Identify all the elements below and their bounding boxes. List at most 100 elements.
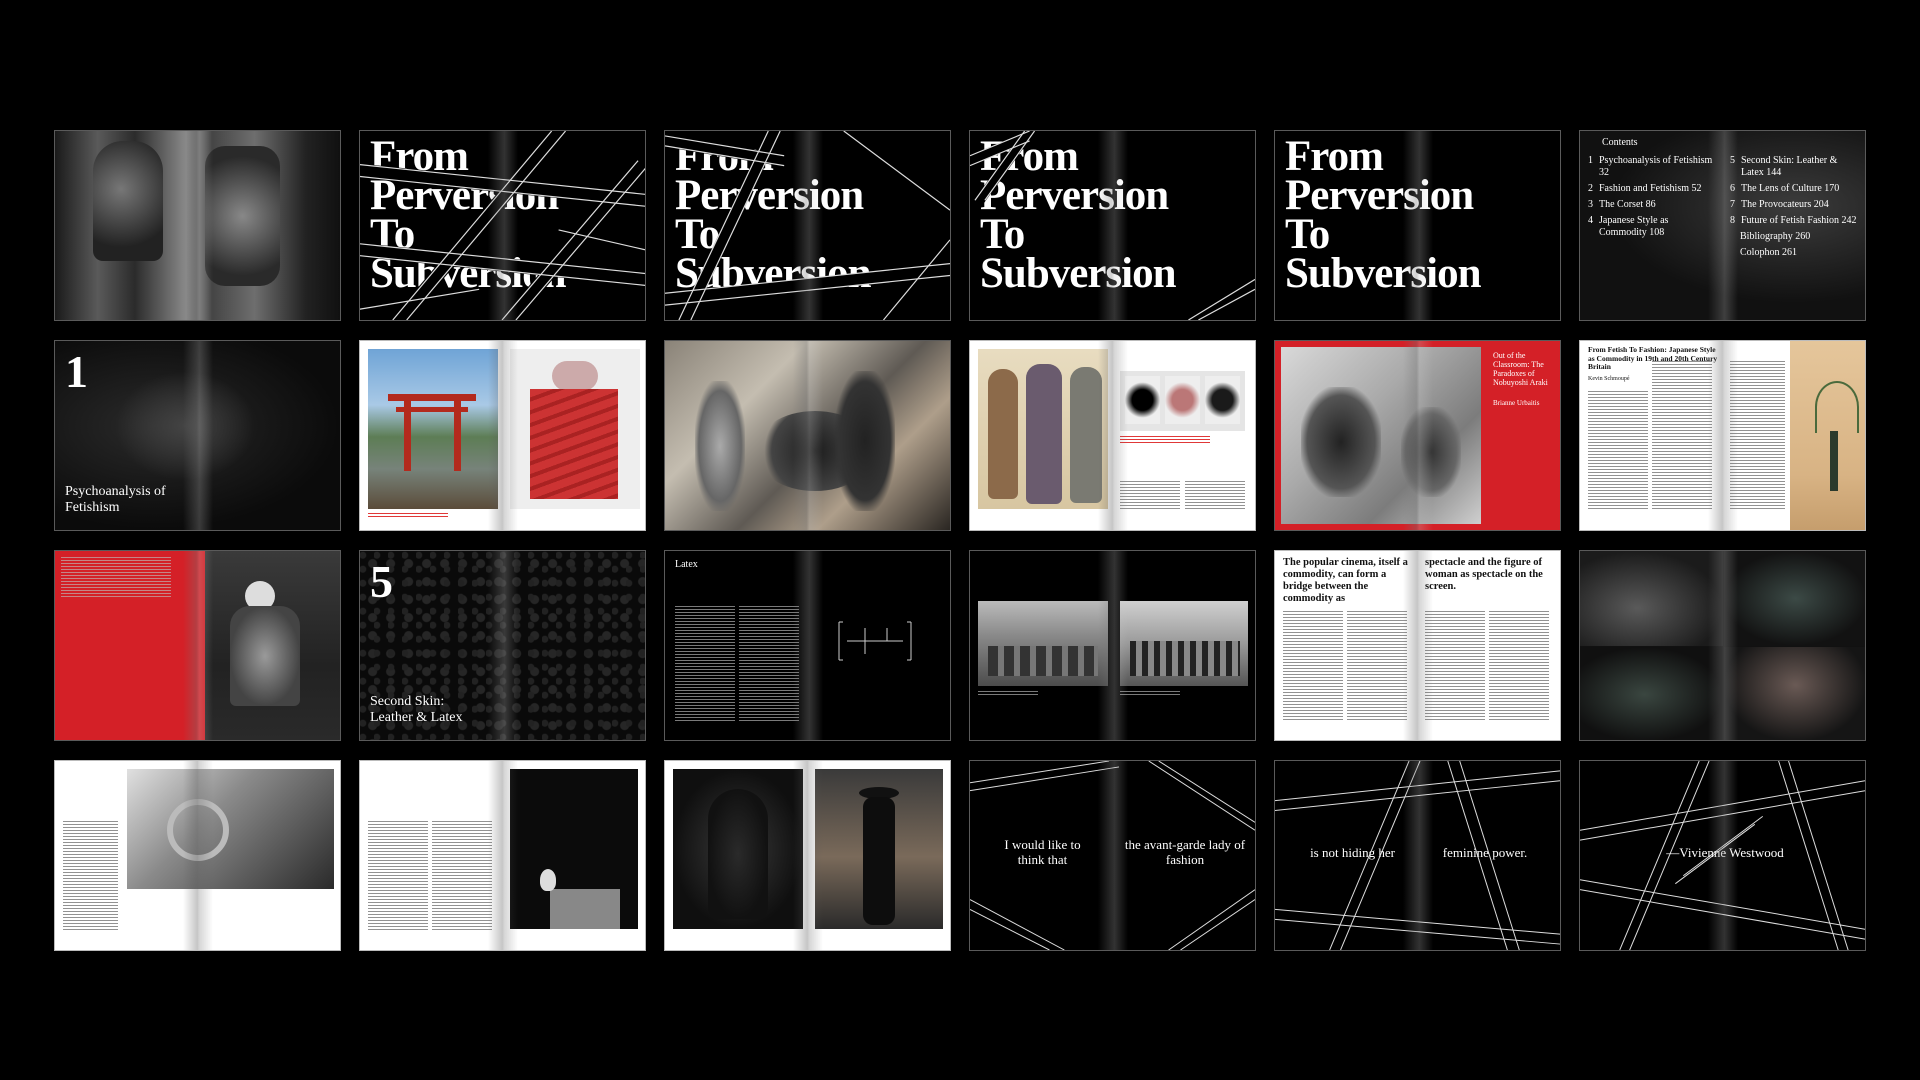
chapter-title: Psychoanalysis of Fetishism [65, 484, 166, 515]
contents-entry: Japanese Style as Commodity 108 [1599, 215, 1669, 238]
line-pattern [970, 131, 1255, 320]
quote-right: feminine power. [1442, 845, 1528, 860]
contents-entry: The Provocateurs 204 [1741, 199, 1829, 210]
puffer-photo [673, 769, 803, 929]
spread-quote-2: is not hiding her feminine power. [1274, 760, 1561, 951]
line-pattern [360, 131, 645, 320]
rope-photo [127, 769, 334, 889]
spread-japanese-style: From Fetish To Fashion: Japanese Style a… [1579, 340, 1866, 531]
spread-contents: Contents 1 Psychoanalysis of Fetishism 32… [1579, 130, 1866, 321]
ikebana-photo [1790, 341, 1865, 530]
body-text [1283, 611, 1343, 721]
spread-chapter-1: 1 Psychoanalysis of Fetishism [54, 340, 341, 531]
contents-entry: Psychoanalysis of Fetishism 32 [1599, 155, 1713, 178]
body-text [1489, 611, 1549, 721]
collage-photo-3 [1580, 647, 1723, 740]
contents-entry: Bibliography 260 [1740, 231, 1811, 242]
spread-rope [54, 760, 341, 951]
fashion-editorial-photo [665, 341, 950, 530]
body-text [1588, 391, 1648, 511]
quote-right: the avant-garde lady of fashion [1124, 837, 1246, 867]
contents-num: 8 [1730, 215, 1735, 226]
victorian-illustration [978, 349, 1108, 509]
spread-latex: Latex [664, 550, 951, 741]
body-text [1185, 481, 1245, 511]
contents-left-column: 1 Psychoanalysis of Fetishism 32 2 Fashion… [1588, 155, 1713, 243]
contents-num: 3 [1588, 199, 1593, 210]
factory-photo-right [1120, 601, 1248, 686]
contents-num: 2 [1588, 183, 1593, 194]
shadow-shape [115, 371, 255, 481]
spread-title-lines-2: From Perversion To Subversion [664, 130, 951, 321]
quote-left: is not hiding her [1310, 845, 1395, 860]
spread-title-clean: From Perversion To Subversion [1274, 130, 1561, 321]
geisha-photo [205, 551, 340, 740]
contents-entry: The Corset 86 [1599, 199, 1656, 210]
red-garment-photo [510, 349, 640, 509]
contents-num: 5 [1730, 155, 1735, 166]
title-text: From Perversion To Subversion [1285, 133, 1482, 297]
body-text [675, 606, 735, 721]
spread-dark-collage [1579, 550, 1866, 741]
contents-entry: Colophon 261 [1740, 247, 1797, 258]
spread-title-lines-1: From Perversion To Subversion [359, 130, 646, 321]
pull-quote-right: spectacle and the figure of woman as spe… [1425, 557, 1543, 592]
spread-fashion-photo [664, 340, 951, 531]
contents-num: 1 [1588, 155, 1593, 166]
spread-victorian-fashion [969, 340, 1256, 531]
body-text [1120, 481, 1180, 511]
body-text [1730, 361, 1785, 511]
chapter-number: 1 [65, 346, 88, 397]
molecule-diagram [838, 621, 912, 661]
spread-cinema: The popular cinema, itself a commodity, … [1274, 550, 1561, 741]
line-pattern [665, 131, 950, 320]
spread-corset-photo [54, 130, 341, 321]
chapter-number: 5 [370, 556, 393, 607]
torii-photo [368, 349, 498, 509]
flower-photo [510, 769, 638, 929]
contents-num: 6 [1730, 183, 1735, 194]
spread-geisha [54, 550, 341, 741]
quote-attribution: —Vivienne Westwood [1666, 845, 1784, 860]
spread-title-lines-3: From Perversion To Subversion [969, 130, 1256, 321]
spread-flower [359, 760, 646, 951]
body-text [432, 821, 492, 931]
essay-author: Brianne Urbaitis [1493, 399, 1540, 407]
caption [1120, 436, 1210, 444]
body-text [61, 557, 171, 597]
factory-photo-left [978, 601, 1108, 686]
caption [1120, 691, 1180, 697]
spread-torii-photos [359, 340, 646, 531]
body-text [1425, 611, 1485, 721]
contents-num: 7 [1730, 199, 1735, 210]
runway-photo [815, 769, 943, 929]
spread-runway [664, 760, 951, 951]
chapter-title: Second Skin: Leather & Latex [370, 694, 463, 725]
contents-num: 4 [1588, 215, 1593, 226]
spread-grid: From Perversion To Subversion From Perve… [54, 130, 1866, 951]
caption [978, 691, 1038, 697]
section-heading: Latex [675, 559, 698, 570]
contents-entry: Future of Fetish Fashion 242 [1741, 215, 1857, 226]
spread-quote-3: —Vivienne Westwood [1579, 760, 1866, 951]
spread-factory [969, 550, 1256, 741]
corset-photo [55, 131, 340, 320]
essay-title: Out of the Classroom: The Paradoxes of N… [1493, 351, 1548, 387]
contents-entry: Fashion and Fetishism 52 [1599, 183, 1702, 194]
collage-photo-4 [1724, 647, 1865, 740]
quote-left: I would like to think that [1004, 837, 1081, 867]
contents-entry: Second Skin: Leather & Latex 144 [1741, 155, 1838, 178]
araki-photo [1281, 347, 1481, 524]
body-text [1347, 611, 1407, 721]
contents-entry: The Lens of Culture 170 [1741, 183, 1840, 194]
collage-photo-2 [1724, 551, 1865, 646]
spread-gutter [487, 551, 518, 740]
corset-detail-photos [1120, 371, 1245, 431]
spread-quote-1: I would like to think that the avant-gar… [969, 760, 1256, 951]
contents-right-column: 5 Second Skin: Leather & Latex 144 6 The L… [1730, 155, 1860, 263]
pull-quote-left: The popular cinema, itself a commodity, … [1283, 557, 1408, 604]
body-text [63, 821, 118, 931]
contents-heading: Contents [1602, 137, 1638, 148]
spread-araki: Out of the Classroom: The Paradoxes of N… [1274, 340, 1561, 531]
spread-chapter-5: 5 Second Skin: Leather & Latex [359, 550, 646, 741]
